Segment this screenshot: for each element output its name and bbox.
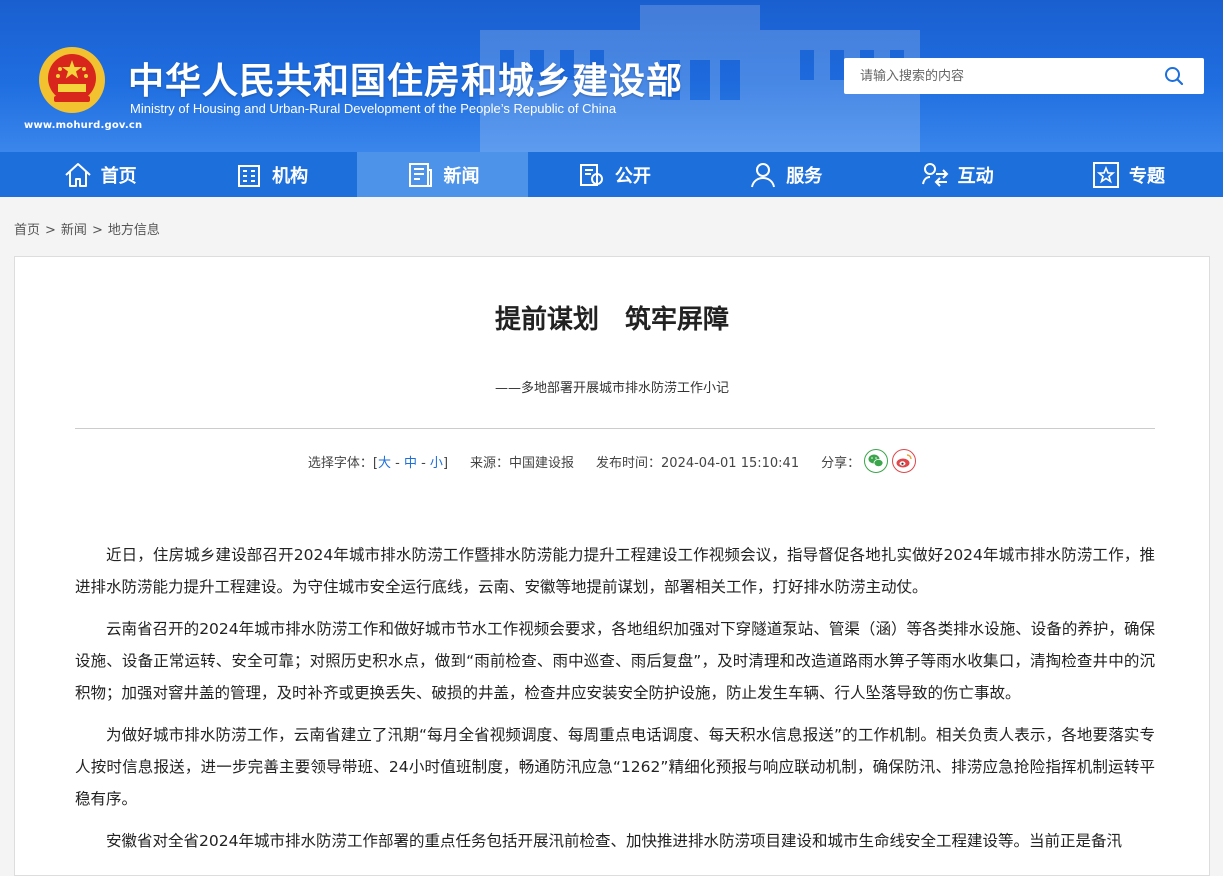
home-icon xyxy=(65,162,91,187)
article-paragraph: 云南省召开的2024年城市排水防涝工作和做好城市节水工作视频会要求，各地组织加强… xyxy=(75,620,1155,702)
site-url: www.mohurd.gov.cn xyxy=(24,120,143,131)
nav-item-label: 互动 xyxy=(957,165,994,187)
breadcrumb-news[interactable]: 新闻 xyxy=(61,223,87,238)
site-header: www.mohurd.gov.cn 中华人民共和国住房和城乡建设部 Minist… xyxy=(0,0,1223,152)
article-paragraph: 近日，住房城乡建设部召开2024年城市排水防涝工作暨排水防涝能力提升工程建设工作… xyxy=(75,546,1155,596)
article-paragraph: 安徽省对全省2024年城市排水防涝工作部署的重点任务包括开展汛前检查、加快推进排… xyxy=(106,832,1122,850)
main-nav: 首页 机构 新闻 公开 服务 互动 专题 xyxy=(0,152,1223,197)
article-subtitle: ——多地部署开展城市排水防涝工作小记 xyxy=(494,381,729,396)
nav-item-label: 公开 xyxy=(614,165,651,187)
nav-item-label: 专题 xyxy=(1129,165,1166,187)
article-meta: 选择字体：[大 - 中 - 小] 来源：中国建设报 发布时间：2024-04-0… xyxy=(15,449,1209,473)
breadcrumb-home[interactable]: 首页 xyxy=(14,223,40,238)
nav-item-home[interactable]: 首页 xyxy=(14,152,185,197)
share-label: 分享： xyxy=(821,455,861,471)
site-title-english: Ministry of Housing and Urban-Rural Deve… xyxy=(130,101,617,116)
national-emblem-icon xyxy=(39,47,105,113)
font-size-selector: 选择字体：[大 - 中 - 小] xyxy=(308,452,448,471)
publish-time: 发布时间：2024-04-01 15:10:41 xyxy=(596,455,800,471)
nav-item-label: 新闻 xyxy=(443,165,480,187)
article-title: 提前谋划 筑牢屏障 xyxy=(494,305,729,335)
star-topic-icon xyxy=(1093,161,1120,188)
nav-item-service[interactable]: 服务 xyxy=(700,152,871,197)
search-input[interactable] xyxy=(844,58,1154,94)
article-body: 近日，住房城乡建设部召开2024年城市排水防涝工作暨排水防涝能力提升工程建设工作… xyxy=(75,539,1155,867)
nav-item-interaction[interactable]: 互动 xyxy=(871,152,1042,197)
article-panel: 提前谋划 筑牢屏障 ——多地部署开展城市排水防涝工作小记 选择字体：[大 - 中… xyxy=(14,256,1210,876)
nav-item-organization[interactable]: 机构 xyxy=(185,152,356,197)
breadcrumb-local-info[interactable]: 地方信息 xyxy=(108,223,160,238)
article-source: 来源：中国建设报 xyxy=(470,455,575,471)
font-sep: - xyxy=(416,455,430,471)
font-small-link[interactable]: 小 xyxy=(430,456,443,471)
site-title[interactable]: 中华人民共和国住房和城乡建设部 xyxy=(128,52,683,104)
service-person-icon xyxy=(751,162,776,187)
wechat-icon xyxy=(868,454,884,467)
wechat-share-button[interactable] xyxy=(864,449,889,473)
news-icon xyxy=(409,162,433,187)
font-size-close: ] xyxy=(442,455,449,471)
weibo-icon xyxy=(896,454,912,468)
nav-item-label: 机构 xyxy=(272,165,309,187)
nav-item-news[interactable]: 新闻 xyxy=(356,152,529,197)
search-box xyxy=(844,58,1204,94)
font-medium-link[interactable]: 中 xyxy=(404,456,417,471)
weibo-share-button[interactable] xyxy=(892,449,917,473)
building-icon xyxy=(238,164,261,187)
font-large-link[interactable]: 大 xyxy=(378,456,391,471)
breadcrumb: 首页 > 新闻 > 地方信息 xyxy=(0,197,1223,259)
breadcrumb-separator: > xyxy=(45,223,56,238)
interaction-icon xyxy=(921,162,949,187)
nav-item-label: 首页 xyxy=(100,165,137,187)
font-size-label: 选择字体：[ xyxy=(307,455,378,471)
document-icon xyxy=(579,163,603,186)
article-paragraph: 为做好城市排水防涝工作，云南省建立了汛期“每月全省视频调度、每周重点电话调度、每… xyxy=(75,726,1155,808)
nav-item-topics[interactable]: 专题 xyxy=(1042,152,1213,197)
divider xyxy=(75,428,1155,429)
search-icon[interactable] xyxy=(1164,66,1184,86)
breadcrumb-separator: > xyxy=(91,223,103,238)
nav-item-label: 服务 xyxy=(786,165,823,187)
font-sep: - xyxy=(390,455,404,471)
nav-item-public[interactable]: 公开 xyxy=(528,152,699,197)
